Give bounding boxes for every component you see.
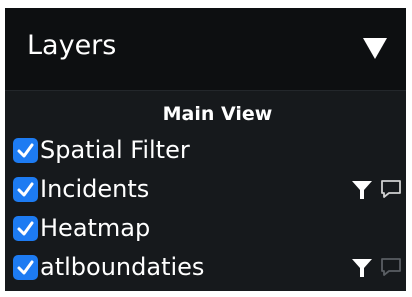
layer-checkbox[interactable] [13,177,38,202]
checkmark-icon [17,182,34,197]
panel-title: Layers [27,30,117,61]
layer-row-heatmap: Heatmap [13,210,406,246]
comment-icon[interactable] [380,256,402,278]
layer-row-spatial-filter: Spatial Filter [13,132,406,168]
comment-icon[interactable] [380,178,402,200]
filter-icon[interactable] [351,179,373,201]
layer-checkbox[interactable] [13,255,38,280]
layers-panel: Layers Main View Spatial Filter Incident… [5,8,406,291]
panel-header: Layers [5,8,406,91]
checkmark-icon [17,143,34,158]
triangle-down-icon[interactable] [361,35,389,61]
checkmark-icon [17,260,34,275]
layer-label: atlboundaties [40,253,205,281]
layer-row-incidents: Incidents [13,171,406,207]
layer-row-atlboundaties: atlboundaties [13,249,406,285]
section-title: Main View [162,103,273,125]
layer-label: Incidents [40,175,150,203]
layer-label: Spatial Filter [40,136,190,164]
layer-checkbox[interactable] [13,216,38,241]
filter-icon[interactable] [351,257,373,279]
layer-checkbox[interactable] [13,138,38,163]
checkmark-icon [17,221,34,236]
layer-label: Heatmap [40,214,151,242]
